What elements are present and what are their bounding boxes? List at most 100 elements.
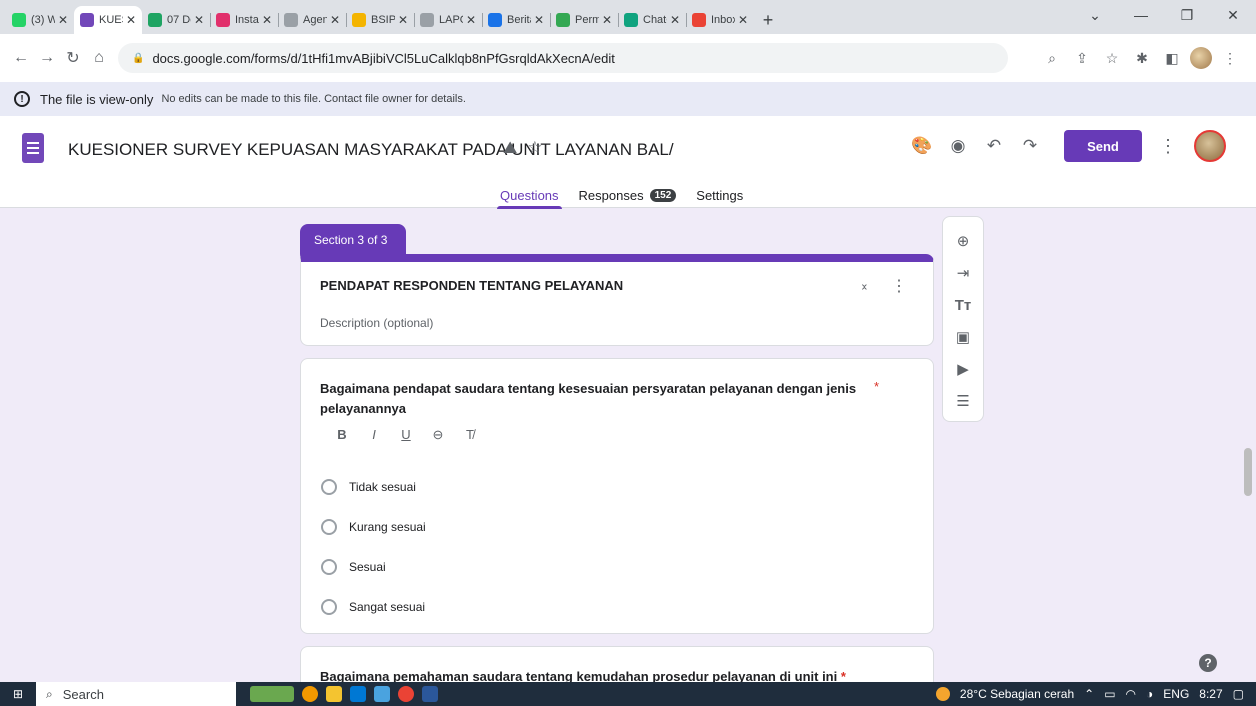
star-icon[interactable]: ☆ (527, 138, 542, 158)
close-tab-icon[interactable]: ✕ (194, 13, 204, 27)
taskbar-search[interactable]: ⌕ Search (36, 682, 236, 706)
browser-tab[interactable]: Perm ✕ (550, 6, 618, 34)
more-options-icon[interactable]: ⋮ (1150, 128, 1186, 164)
close-tab-icon[interactable]: ✕ (262, 13, 272, 27)
radio-button[interactable] (321, 599, 337, 615)
word-icon[interactable] (422, 686, 438, 702)
clear-format-icon[interactable]: T̸ (462, 427, 478, 443)
browser-tab[interactable]: Agen ✕ (278, 6, 346, 34)
list-item[interactable]: Kurang sesuai (321, 507, 426, 547)
forward-button[interactable]: → (34, 45, 60, 71)
taskbar-app-icon[interactable] (302, 686, 318, 702)
add-section-icon[interactable]: ☰ (947, 385, 979, 417)
chevron-up-icon[interactable]: ⌃ (1084, 687, 1094, 701)
browser-tab[interactable]: 07 De✕ (142, 6, 210, 34)
question-card[interactable]: Bagaimana pendapat saudara tentang keses… (300, 358, 934, 634)
section-title[interactable]: PENDAPAT RESPONDEN TENTANG PELAYANAN (320, 278, 623, 293)
bookmark-star-icon[interactable]: ☆ (1100, 46, 1124, 70)
help-icon[interactable]: ? (1199, 654, 1217, 672)
italic-button[interactable]: I (366, 427, 382, 443)
close-tab-icon[interactable]: ✕ (670, 13, 680, 27)
add-image-icon[interactable]: ▣ (947, 321, 979, 353)
close-tab-icon[interactable]: ✕ (534, 13, 544, 27)
browser-tab[interactable]: ChatG✕ (618, 6, 686, 34)
store-icon[interactable] (350, 686, 366, 702)
language-indicator[interactable]: ENG (1163, 687, 1189, 701)
browser-menu-icon[interactable]: ⋮ (1218, 46, 1242, 70)
taskbar-app-icon[interactable] (374, 686, 390, 702)
tab-questions[interactable]: Questions (497, 182, 562, 209)
list-item[interactable]: Sesuai (321, 547, 426, 587)
notification-icon[interactable]: ▢ (1233, 687, 1244, 701)
minimize-button[interactable]: — (1118, 7, 1164, 23)
underline-button[interactable]: U (398, 427, 414, 443)
close-tab-icon[interactable]: ✕ (466, 13, 476, 27)
side-panel-icon[interactable]: ◧ (1160, 46, 1184, 70)
browser-tab[interactable]: (3) WI✕ (6, 6, 74, 34)
customize-theme-icon[interactable]: 🎨 (904, 128, 940, 164)
tab-responses[interactable]: Responses 152 (579, 182, 677, 208)
browser-tab[interactable]: Instag✕ (210, 6, 278, 34)
browser-tab[interactable]: Inbox✕ (686, 6, 754, 34)
share-icon[interactable]: ⇪ (1070, 46, 1094, 70)
list-item[interactable]: Sangat sesuai (321, 587, 426, 627)
close-tab-icon[interactable]: ✕ (602, 13, 612, 27)
close-tab-icon[interactable]: ✕ (126, 13, 136, 27)
volume-icon[interactable]: ◑ (1146, 687, 1153, 701)
back-button[interactable]: ← (8, 45, 34, 71)
send-button[interactable]: Send (1064, 130, 1142, 162)
chrome-icon[interactable] (398, 686, 414, 702)
restore-button[interactable]: ❐ (1164, 7, 1210, 24)
tab-title: BSIP (371, 14, 395, 26)
collapse-section-icon[interactable]: ⌄ ⌃ (860, 279, 869, 298)
undo-icon[interactable]: ↶ (976, 128, 1012, 164)
home-button[interactable]: ⌂ (86, 45, 112, 71)
file-explorer-icon[interactable] (326, 686, 342, 702)
browser-tab[interactable]: LAPO✕ (414, 6, 482, 34)
question-title[interactable]: Bagaimana pendapat saudara tentang keses… (320, 379, 860, 419)
radio-button[interactable] (321, 479, 337, 495)
browser-tab[interactable]: KUESI✕ (74, 6, 142, 34)
section-header-card[interactable]: PENDAPAT RESPONDEN TENTANG PELAYANAN Des… (300, 254, 934, 346)
add-video-icon[interactable]: ▶ (947, 353, 979, 385)
reload-button[interactable]: ↻ (60, 45, 86, 71)
radio-button[interactable] (321, 559, 337, 575)
google-forms-logo-icon[interactable] (22, 133, 44, 163)
address-bar[interactable]: 🔒 docs.google.com/forms/d/1tHfi1mvABjibi… (118, 43, 1008, 73)
section-description-field[interactable]: Description (optional) (320, 316, 433, 330)
page-scrollbar[interactable] (1244, 448, 1252, 496)
add-title-icon[interactable]: Tт (947, 289, 979, 321)
close-window-button[interactable]: ✕ (1210, 7, 1256, 24)
windows-start-icon[interactable]: ⊞ (0, 682, 36, 706)
tab-settings[interactable]: Settings (696, 182, 743, 208)
redo-icon[interactable]: ↷ (1012, 128, 1048, 164)
close-tab-icon[interactable]: ✕ (330, 13, 340, 27)
browser-profile-avatar[interactable] (1190, 47, 1212, 69)
preview-eye-icon[interactable]: ◉ (940, 128, 976, 164)
wifi-icon[interactable]: ◠ (1126, 687, 1136, 701)
close-tab-icon[interactable]: ✕ (738, 13, 748, 27)
extensions-icon[interactable]: ✱ (1130, 46, 1154, 70)
link-icon[interactable]: ⊖ (430, 427, 446, 443)
close-tab-icon[interactable]: ✕ (398, 13, 408, 27)
radio-button[interactable] (321, 519, 337, 535)
form-title[interactable]: KUESIONER SURVEY KEPUASAN MASYARAKAT PAD… (68, 140, 674, 160)
tab-search-icon[interactable]: ⌄ (1072, 7, 1118, 24)
close-tab-icon[interactable]: ✕ (58, 13, 68, 27)
browser-tab[interactable]: Berita✕ (482, 6, 550, 34)
battery-icon[interactable]: ▭ (1104, 687, 1115, 701)
weather-text[interactable]: 28°C Sebagian cerah (960, 687, 1074, 701)
taskbar-apps (250, 686, 438, 702)
move-to-drive-icon[interactable]: ⛰ (503, 138, 517, 158)
clock[interactable]: 8:27 (1199, 687, 1222, 701)
list-item[interactable]: Tidak sesuai (321, 467, 426, 507)
add-question-icon[interactable]: ⊕ (947, 225, 979, 257)
browser-tab[interactable]: BSIP ✕ (346, 6, 414, 34)
import-questions-icon[interactable]: ⇥ (947, 257, 979, 289)
account-avatar[interactable] (1194, 130, 1226, 162)
bold-button[interactable]: B (334, 427, 350, 443)
zoom-icon[interactable]: ⌕ (1040, 46, 1064, 70)
section-more-icon[interactable]: ⋮ (891, 276, 907, 296)
news-widget-icon[interactable] (250, 686, 294, 702)
new-tab-button[interactable]: + (754, 6, 782, 34)
